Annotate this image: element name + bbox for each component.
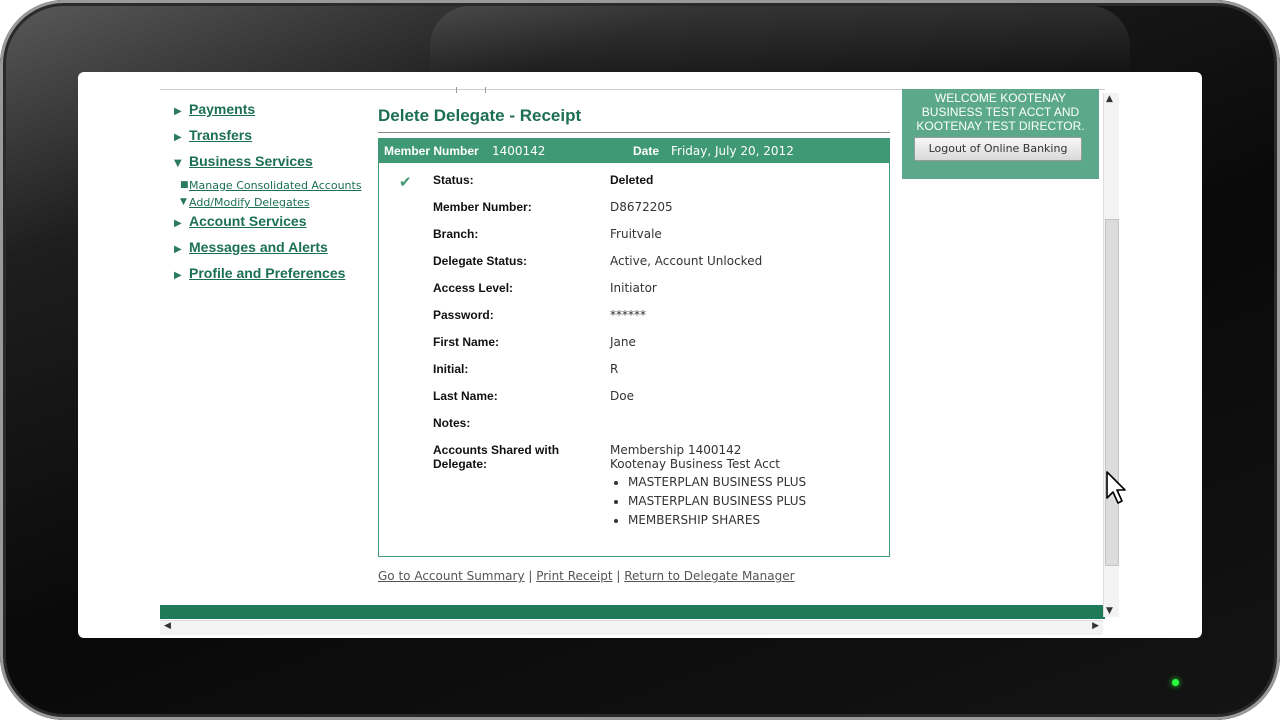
bullet-icon: ■ [180, 180, 189, 190]
main-content: Delete Delegate - Receipt Member Number … [378, 106, 890, 583]
date-value: Friday, July 20, 2012 [671, 144, 794, 158]
nav-item-messages-alerts[interactable]: ▶ Messages and Alerts [174, 239, 374, 265]
checkmark-icon: ✔ [399, 173, 412, 191]
logout-button[interactable]: Logout of Online Banking [914, 137, 1082, 161]
field-label: Delegate Status: [433, 254, 528, 268]
membership-line: Membership 1400142 [610, 443, 742, 457]
link-separator: | [528, 569, 533, 583]
bezel-glare [430, 6, 1130, 76]
vertical-scrollbar[interactable]: ▲ ▼ [1103, 93, 1119, 617]
field-label: Branch: [433, 227, 479, 241]
nav-item-payments[interactable]: ▶ Payments [174, 101, 374, 127]
field-value: Active, Account Unlocked [610, 254, 763, 268]
sub-link-add-modify-delegates[interactable]: Add/Modify Delegates [189, 196, 310, 209]
list-item: MASTERPLAN BUSINESS PLUS [628, 492, 806, 511]
field-label: First Name: [433, 335, 500, 349]
welcome-panel: WELCOME KOOTENAY BUSINESS TEST ACCT AND … [902, 89, 1099, 179]
scroll-right-arrow-icon[interactable]: ▶ [1092, 621, 1099, 631]
receipt-details: ✔ Status: Deleted Member Number: D867220… [378, 163, 890, 557]
shared-accounts: Membership 1400142 Kootenay Business Tes… [610, 443, 806, 530]
triangle-right-icon: ▶ [174, 270, 182, 281]
date-label: Date [633, 144, 660, 158]
left-navigation: ▶ Payments ▶ Transfers ▼ Business Servic… [174, 101, 374, 291]
nav-item-profile-preferences[interactable]: ▶ Profile and Preferences [174, 265, 374, 291]
field-label: Accounts Shared with Delegate: [433, 443, 560, 471]
shared-accounts-list: MASTERPLAN BUSINESS PLUS MASTERPLAN BUSI… [610, 473, 806, 530]
field-label: Password: [433, 308, 494, 322]
account-name-line: Kootenay Business Test Acct [610, 457, 780, 471]
field-label: Last Name: [433, 389, 498, 403]
scroll-down-arrow-icon[interactable]: ▼ [1106, 606, 1113, 616]
page-title: Delete Delegate - Receipt [378, 106, 890, 133]
nav-link-account-services[interactable]: Account Services [189, 213, 307, 229]
field-value: D8672205 [610, 200, 673, 214]
receipt-links: Go to Account Summary | Print Receipt | … [378, 569, 890, 583]
nav-link-payments[interactable]: Payments [189, 101, 255, 117]
receipt-header: Member Number 1400142 Date Friday, July … [378, 138, 890, 163]
field-label: Notes: [433, 416, 471, 430]
member-number-label: Member Number [384, 144, 479, 158]
nav-item-business-services[interactable]: ▼ Business Services [174, 153, 374, 179]
field-label: Initial: [433, 362, 469, 376]
sub-item-manage-consolidated[interactable]: ■ Manage Consolidated Accounts [174, 179, 374, 196]
status-value: Deleted [610, 173, 654, 187]
triangle-right-icon: ▶ [174, 218, 182, 229]
return-to-delegate-manager-link[interactable]: Return to Delegate Manager [624, 569, 794, 583]
tablet-frame: ▶ Payments ▶ Transfers ▼ Business Servic… [0, 0, 1280, 720]
list-item: MASTERPLAN BUSINESS PLUS [628, 473, 806, 492]
footer-bar [160, 605, 1105, 619]
field-label: Access Level: [433, 281, 514, 295]
nav-item-account-services[interactable]: ▶ Account Services [174, 213, 374, 239]
triangle-down-icon: ▼ [180, 197, 187, 207]
nav-link-transfers[interactable]: Transfers [189, 127, 252, 143]
field-value: R [610, 362, 619, 376]
print-receipt-link[interactable]: Print Receipt [536, 569, 612, 583]
nav-link-messages-alerts[interactable]: Messages and Alerts [189, 239, 328, 255]
list-item: MEMBERSHIP SHARES [628, 511, 806, 530]
welcome-text: WELCOME KOOTENAY BUSINESS TEST ACCT AND … [916, 91, 1085, 133]
power-led [1172, 679, 1179, 686]
field-value: ****** [610, 308, 646, 322]
field-label: Status: [433, 173, 474, 187]
triangle-right-icon: ▶ [174, 244, 182, 255]
scroll-left-arrow-icon[interactable]: ◀ [164, 621, 171, 631]
go-to-account-summary-link[interactable]: Go to Account Summary [378, 569, 525, 583]
scroll-up-arrow-icon[interactable]: ▲ [1106, 94, 1113, 104]
web-page: ▶ Payments ▶ Transfers ▼ Business Servic… [160, 87, 1110, 637]
field-value: Fruitvale [610, 227, 662, 241]
horizontal-scrollbar[interactable]: ◀ ▶ [160, 620, 1103, 635]
browser-screen: ▶ Payments ▶ Transfers ▼ Business Servic… [78, 72, 1202, 638]
mouse-cursor-icon [1105, 470, 1129, 510]
field-label: Member Number: [433, 200, 532, 214]
triangle-right-icon: ▶ [174, 132, 182, 143]
link-separator: | [616, 569, 621, 583]
scrollbar-thumb[interactable] [1105, 219, 1119, 566]
nav-link-profile-preferences[interactable]: Profile and Preferences [189, 265, 345, 281]
sub-item-add-modify-delegates[interactable]: ▼ Add/Modify Delegates [174, 196, 374, 213]
field-value: Jane [610, 335, 636, 349]
field-value: Doe [610, 389, 634, 403]
nav-item-transfers[interactable]: ▶ Transfers [174, 127, 374, 153]
triangle-down-icon: ▼ [174, 158, 182, 169]
triangle-right-icon: ▶ [174, 106, 182, 117]
member-number-value: 1400142 [492, 144, 546, 158]
field-value: Initiator [610, 281, 657, 295]
sub-link-manage-consolidated[interactable]: Manage Consolidated Accounts [189, 179, 362, 192]
nav-link-business-services[interactable]: Business Services [189, 153, 313, 169]
